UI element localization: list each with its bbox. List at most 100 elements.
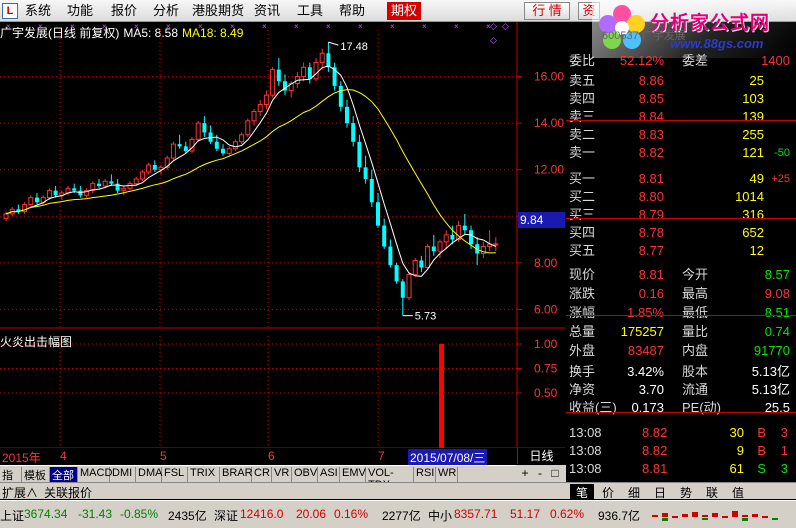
tab-macd[interactable]: MACD [78,467,112,482]
bid-row: 买四 8.78 652 [566,224,792,242]
tab-模板[interactable]: 模板 [22,467,50,482]
candle-body-down [394,265,399,282]
event-marker-icon: × [198,22,203,31]
tab-emv[interactable]: EMV [340,467,366,482]
bid-label: 买三 [569,207,596,222]
tab-全部[interactable]: 全部 [50,467,78,482]
candle-body-down [109,181,114,184]
high-label: 17.48 [340,41,368,53]
tab-fsl[interactable]: FSL [162,467,188,482]
event-marker-icon: × [166,22,171,31]
candle-body-down [369,179,374,203]
ask-row: 卖一 8.82 121 -50 [566,144,792,162]
stat-value: 175257 [620,324,664,339]
stat-label: 涨跌 [569,286,596,301]
ask-price: 8.85 [638,91,664,106]
tab-vol-tdx[interactable]: VOL-TDX [366,467,414,491]
selected-date: 2015/07/08/三 [408,449,488,466]
stat-label-2: 今开 [682,267,709,282]
stock-watermark: 600537 广宇发展 [602,30,686,42]
menu-tools[interactable]: 工具 [297,3,323,19]
detail-tab-5[interactable]: 联 [700,484,724,501]
menu-function[interactable]: 功能 [67,3,93,19]
detail-tab-0[interactable]: 笔 [570,484,594,501]
tab-指标[interactable]: 指标 [0,467,22,498]
detail-tab-6[interactable]: 值 [726,484,750,501]
kline-chart[interactable]: 16.0014.0012.0010.008.006.009.8417.485.7… [0,22,565,482]
date-year: 2015年 [2,451,41,465]
tab-asi[interactable]: ASI [318,467,340,482]
high-marker-line [328,41,339,46]
candle-body-down [183,146,188,152]
candle-body-down [351,123,356,142]
stat-value-2: 0.74 [764,324,790,339]
ask-change: -50 [774,147,790,159]
fin-label-2: 股本 [682,364,709,379]
zoom-reset-button[interactable]: □ [548,466,562,480]
candle-body-down [462,225,467,231]
detail-tab-1[interactable]: 价 [596,484,620,501]
ask-volume: 103 [742,91,764,106]
menu-news[interactable]: 资讯 [254,3,280,19]
ask-label: 卖一 [569,145,596,160]
candle-body-down [400,281,405,298]
tab-obv[interactable]: OBV [292,467,318,482]
zoom-in-button[interactable]: + [518,466,532,480]
bid-price: 8.77 [638,243,664,258]
weibi-label: 委比 [569,53,596,68]
candle-body-down [469,230,473,245]
detail-tab-4[interactable]: 势 [674,484,698,501]
related-quote-button[interactable]: 关联报价 [44,484,92,501]
quote-button[interactable]: 行 情 [524,2,570,20]
ind-axis-label: 0.75 [534,362,558,376]
mini-tick-strip [650,507,790,523]
tab-dma[interactable]: DMA [136,467,162,482]
tab-cr[interactable]: CR [252,467,272,482]
zoom-out-button[interactable]: - [533,466,547,480]
tick-row: 13:08 8.82 30 B 3 [566,424,792,442]
tab-vr[interactable]: VR [272,467,292,482]
period-label[interactable]: 日线 [517,448,565,464]
tab-rsi[interactable]: RSI [414,467,436,482]
fin-label: 收益(三) [569,400,617,415]
stat-label-2: 最高 [682,286,709,301]
bid-price: 8.78 [638,225,664,240]
sh-value: 3674.34 [24,507,68,521]
date-month-5: 5 [160,449,167,463]
menu-options[interactable]: 期权 [387,2,422,20]
detail-tab-2[interactable]: 细 [622,484,646,501]
menu-help[interactable]: 帮助 [339,3,365,19]
expand-button[interactable]: 扩展∧ [2,484,38,501]
menu-quote[interactable]: 报价 [111,3,137,19]
tab-trix[interactable]: TRIX [188,467,220,482]
candle-body-down [338,85,343,107]
tab-dmi[interactable]: DMI [110,467,136,482]
tick-volume: 30 [729,425,744,440]
tab-brar[interactable]: BRAR [220,467,253,482]
price-axis-label: 12.00 [534,163,564,177]
panel-divider-line [566,412,796,413]
price-axis-label: 8.00 [534,256,558,270]
detail-tabs: 笔价细日势联值 [566,482,796,501]
tab-wr[interactable]: WR [436,467,458,482]
candle-body-up [270,69,276,96]
weibi-value: 52.12% [619,53,664,68]
ask-price: 8.82 [638,145,664,160]
menu-hk-futures[interactable]: 港股期货 [192,3,244,19]
menu-system[interactable]: 系统 [25,3,51,19]
candle-body-up [257,104,263,112]
ma18-line [5,89,496,254]
candle-body-up [301,66,307,78]
weicha-label: 委差 [682,53,709,68]
menu-analysis[interactable]: 分析 [153,3,179,19]
date-month-7: 7 [378,449,385,463]
candle-body-down [221,148,225,154]
sz-value: 12416.0 [240,507,284,521]
candle-body-up [425,246,431,268]
candle-body-up [443,234,449,243]
candle-body-up [232,141,238,150]
detail-tab-3[interactable]: 日 [648,484,672,501]
candle-body-up [245,120,251,136]
event-marker-icon: × [102,22,107,31]
candle-body-down [357,141,362,168]
